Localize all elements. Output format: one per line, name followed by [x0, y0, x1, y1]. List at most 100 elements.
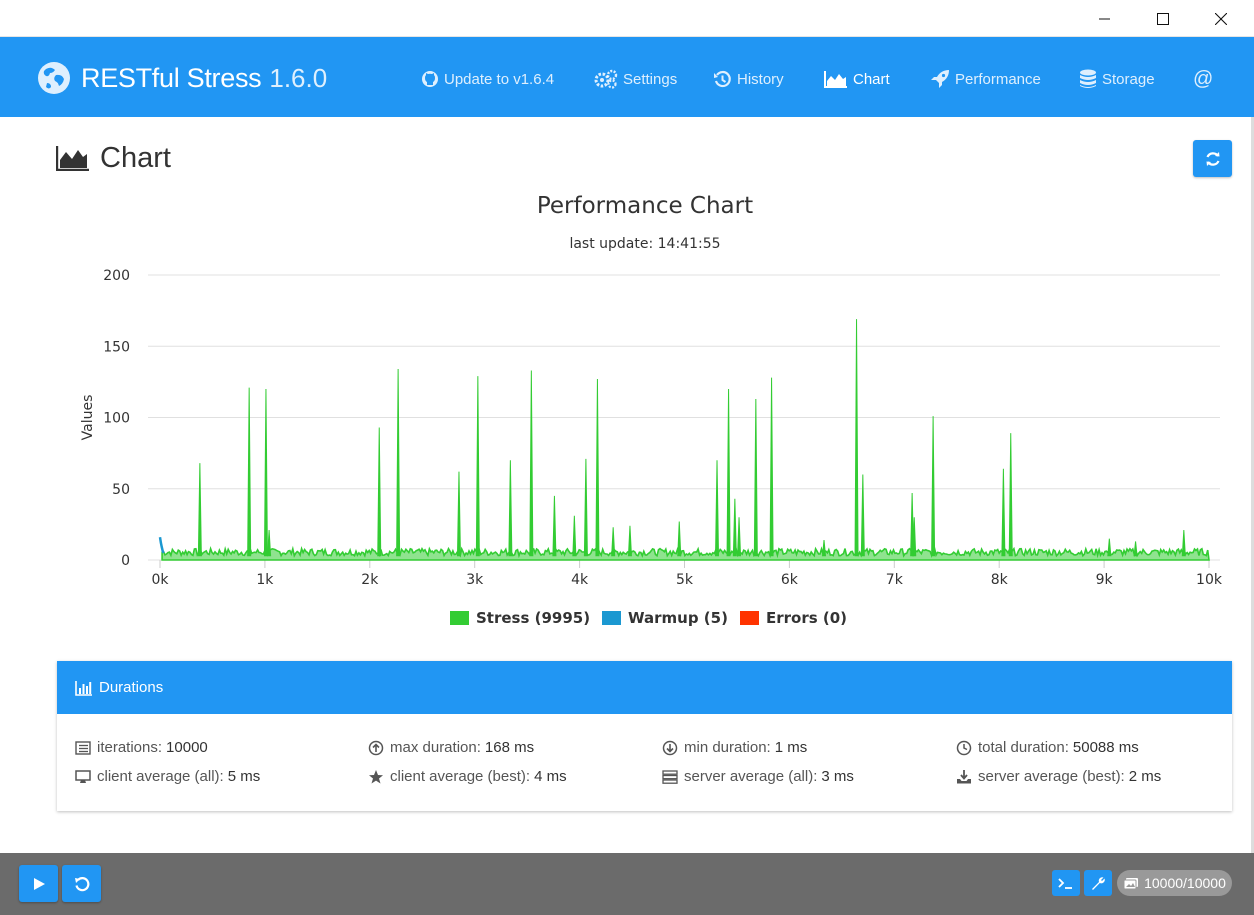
duration-stat-value: 3 ms — [821, 768, 854, 785]
stress-spike — [529, 370, 534, 557]
nav-history[interactable]: History — [713, 66, 784, 92]
stress-spike — [475, 376, 480, 557]
nav-storage-label: Storage — [1102, 70, 1155, 88]
arrow-circle-down-icon — [662, 740, 678, 755]
refresh-icon — [1205, 151, 1220, 166]
duration-stat: min duration: 1 ms — [662, 739, 807, 756]
nav-contact[interactable]: @ — [1193, 66, 1213, 92]
nav-update[interactable]: Update to v1.6.4 — [421, 66, 554, 92]
nav-chart[interactable]: Chart — [824, 66, 890, 92]
y-tick-label: 0 — [121, 553, 130, 569]
download-icon — [957, 769, 971, 783]
stress-spike — [263, 388, 268, 557]
nav-settings-label: Settings — [623, 70, 678, 88]
nav-history-label: History — [737, 70, 784, 88]
nav-performance[interactable]: Performance — [930, 66, 1041, 92]
play-icon — [33, 877, 45, 890]
stress-spike — [737, 517, 742, 557]
duration-stat-label: server average (all): — [684, 768, 818, 785]
duration-stat: iterations: 10000 — [75, 739, 208, 756]
arrow-circle-up-icon — [368, 740, 384, 755]
area-chart-icon — [56, 146, 89, 171]
globe-icon — [38, 62, 70, 94]
nav-performance-label: Performance — [955, 70, 1041, 88]
server-icon — [662, 769, 678, 784]
close-button[interactable] — [1192, 0, 1250, 37]
reset-button[interactable] — [62, 865, 101, 902]
stress-spike — [508, 460, 513, 557]
app-name: RESTful Stress — [81, 62, 262, 93]
nav-update-label: Update to v1.6.4 — [444, 70, 555, 88]
star-icon — [369, 769, 383, 783]
duration-stat: total duration: 50088 ms — [956, 739, 1139, 756]
y-axis-label: Values — [80, 395, 96, 441]
stress-spike — [1133, 541, 1138, 557]
database-icon — [1080, 69, 1096, 88]
duration-stat: server average (all): 3 ms — [662, 768, 854, 785]
stress-spike — [552, 495, 557, 557]
console-button[interactable] — [1052, 870, 1080, 896]
chart-subtitle: last update: 14:41:55 — [569, 236, 721, 252]
legend-swatch — [602, 611, 621, 625]
duration-stat: client average (all): 5 ms — [75, 768, 260, 785]
desktop-icon — [75, 769, 91, 783]
duration-stat-label: total duration: — [978, 739, 1069, 756]
nav-storage[interactable]: Storage — [1079, 66, 1155, 92]
x-tick-label: 0k — [151, 572, 169, 588]
clock-icon — [956, 740, 972, 755]
duration-stat-value: 168 ms — [484, 739, 535, 756]
stress-spike — [715, 460, 720, 557]
stress-spike — [726, 388, 731, 557]
stress-spike — [267, 530, 272, 557]
stress-area — [161, 545, 1210, 561]
x-tick-label: 1k — [256, 572, 274, 588]
area-chart-icon — [824, 71, 847, 88]
y-tick-label: 50 — [112, 482, 130, 498]
iteration-counter: 10000/10000 — [1117, 870, 1232, 896]
x-tick-label: 9k — [1096, 572, 1114, 588]
gears-icon — [594, 69, 618, 89]
stress-spike — [456, 471, 461, 557]
brand[interactable]: RESTful Stress 1.6.0 — [37, 61, 327, 95]
stress-spike — [821, 540, 827, 557]
durations-title: Durations — [99, 679, 164, 696]
refresh-button[interactable] — [1193, 140, 1232, 177]
durations-header: Durations — [57, 661, 1232, 714]
duration-stat-label: server average (best): — [978, 768, 1125, 785]
maximize-button[interactable] — [1134, 0, 1192, 37]
stress-spike — [595, 379, 600, 557]
y-tick-label: 200 — [103, 268, 130, 284]
x-tick-label: 4k — [571, 572, 589, 588]
duration-stat-value: 1 ms — [774, 739, 808, 756]
stress-spike — [1107, 538, 1112, 557]
nav-settings[interactable]: Settings — [594, 66, 677, 92]
history-icon — [714, 70, 731, 87]
app-version: 1.6.0 — [269, 62, 328, 93]
stress-spike — [931, 416, 936, 557]
legend-label: Warmup (5) — [628, 609, 728, 627]
duration-stat-value: 4 ms — [534, 768, 567, 785]
stress-spike — [247, 387, 252, 557]
list-icon — [75, 740, 91, 755]
maximize-icon — [1157, 12, 1169, 25]
tools-button[interactable] — [1084, 870, 1112, 896]
at-icon: @ — [1193, 67, 1214, 90]
warmup-line — [158, 537, 165, 554]
play-button[interactable] — [19, 865, 58, 902]
stress-spike — [1008, 433, 1013, 557]
duration-stat: max duration: 168 ms — [368, 739, 534, 756]
minimize-button[interactable] — [1076, 0, 1134, 37]
stress-spike — [611, 527, 616, 557]
y-tick-label: 150 — [103, 339, 130, 355]
duration-stat-label: client average (best): — [390, 768, 531, 785]
bottom-toolbar: 10000/10000 — [0, 853, 1254, 915]
stress-spike — [753, 398, 758, 557]
page-title-text: Chart — [100, 141, 171, 174]
duration-stat: server average (best): 2 ms — [956, 768, 1161, 785]
stress-spike — [677, 521, 682, 557]
durations-panel: Durations iterations: 10000 max duration: 1… — [57, 661, 1232, 811]
wrench-icon — [1092, 877, 1105, 890]
duration-stat-label: iterations: — [97, 739, 163, 756]
duration-stat-value: 10000 — [166, 739, 208, 756]
x-tick-label: 3k — [466, 572, 484, 588]
